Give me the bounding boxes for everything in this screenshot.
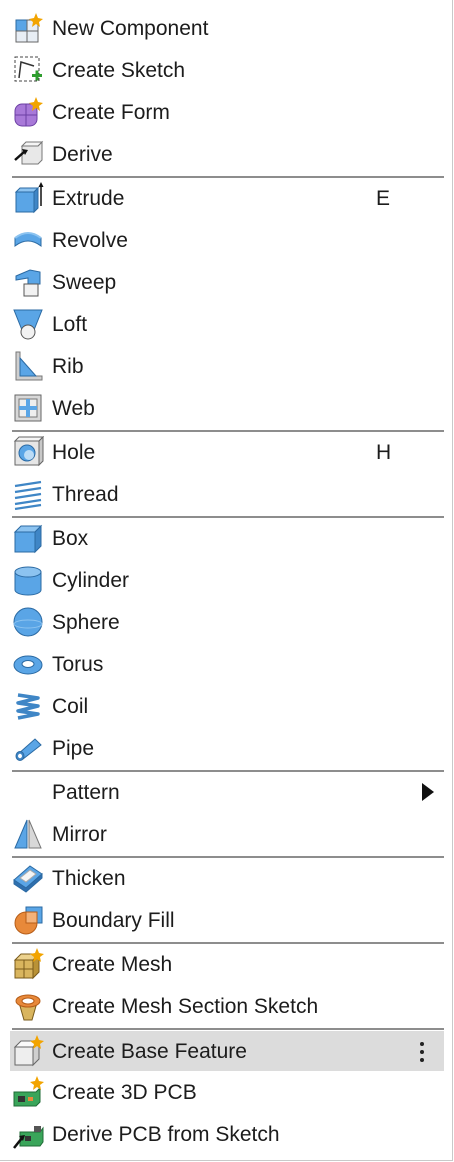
menu-item-hole[interactable]: Hole H bbox=[10, 432, 444, 472]
extrude-icon bbox=[12, 182, 44, 214]
more-options-icon[interactable] bbox=[414, 1039, 430, 1065]
menu-item-pattern[interactable]: Pattern bbox=[10, 772, 444, 812]
thread-icon bbox=[12, 478, 44, 510]
create-form-icon bbox=[12, 96, 44, 128]
derive-icon bbox=[12, 138, 44, 170]
menu-item-create-sketch[interactable]: Create Sketch bbox=[10, 50, 444, 90]
torus-icon bbox=[12, 648, 44, 680]
menu-item-web[interactable]: Web bbox=[10, 388, 444, 428]
menu-item-label: Create Sketch bbox=[52, 59, 186, 82]
loft-icon bbox=[12, 308, 44, 340]
menu-item-sphere[interactable]: Sphere bbox=[10, 602, 444, 642]
create-base-feature-icon bbox=[12, 1035, 44, 1067]
shortcut-key: E bbox=[376, 187, 391, 210]
menu-item-derive-pcb-from-sketch[interactable]: Derive PCB from Sketch bbox=[10, 1114, 444, 1154]
menu-item-box[interactable]: Box bbox=[10, 518, 444, 558]
menu-item-loft[interactable]: Loft bbox=[10, 304, 444, 344]
menu-item-rib[interactable]: Rib bbox=[10, 346, 444, 386]
menu-item-label: Rib bbox=[52, 355, 84, 378]
menu-item-sweep[interactable]: Sweep bbox=[10, 262, 444, 302]
derive-pcb-from-sketch-icon bbox=[12, 1118, 44, 1150]
menu-item-create-mesh-section-sketch[interactable]: Create Mesh Section Sketch bbox=[10, 986, 444, 1026]
submenu-arrow-icon bbox=[422, 783, 434, 801]
menu-item-pipe[interactable]: Pipe bbox=[10, 728, 444, 768]
create-sketch-icon bbox=[12, 54, 44, 86]
menu-item-label: Sweep bbox=[52, 271, 117, 294]
menu-item-label: Create Base Feature bbox=[52, 1040, 247, 1063]
new-component-icon bbox=[12, 12, 44, 44]
rib-icon bbox=[12, 350, 44, 382]
menu-item-label: Thicken bbox=[52, 867, 126, 890]
menu-item-coil[interactable]: Coil bbox=[10, 686, 444, 726]
menu-item-derive[interactable]: Derive bbox=[10, 134, 444, 174]
cylinder-icon bbox=[12, 564, 44, 596]
menu-item-label: Loft bbox=[52, 313, 88, 336]
menu-item-label: Pattern bbox=[52, 781, 120, 804]
create-mesh-icon bbox=[12, 948, 44, 980]
revolve-icon bbox=[12, 224, 44, 256]
hole-icon bbox=[12, 436, 44, 468]
menu-item-cylinder[interactable]: Cylinder bbox=[10, 560, 444, 600]
menu-item-label: Coil bbox=[52, 695, 89, 718]
sphere-icon bbox=[12, 606, 44, 638]
menu-item-revolve[interactable]: Revolve bbox=[10, 220, 444, 260]
menu-item-create-mesh[interactable]: Create Mesh bbox=[10, 944, 444, 984]
create-3d-pcb-icon bbox=[12, 1076, 44, 1108]
menu-item-thread[interactable]: Thread bbox=[10, 474, 444, 514]
mirror-icon bbox=[12, 818, 44, 850]
menu-item-thicken[interactable]: Thicken bbox=[10, 858, 444, 898]
menu-item-create-base-feature[interactable]: Create Base Feature bbox=[10, 1031, 444, 1071]
menu-item-create-form[interactable]: Create Form bbox=[10, 92, 444, 132]
menu-item-label: Create Form bbox=[52, 101, 170, 124]
menu-item-label: Thread bbox=[52, 483, 119, 506]
menu-item-label: Boundary Fill bbox=[52, 909, 175, 932]
menu-item-label: Revolve bbox=[52, 229, 128, 252]
menu-item-label: Mirror bbox=[52, 823, 107, 846]
menu-item-label: Box bbox=[52, 527, 89, 550]
menu-item-create-3d-pcb[interactable]: Create 3D PCB bbox=[10, 1072, 444, 1112]
thicken-icon bbox=[12, 862, 44, 894]
menu-item-mirror[interactable]: Mirror bbox=[10, 814, 444, 854]
create-menu: New Component Create Sketch Create Form … bbox=[0, 0, 453, 1161]
pipe-icon bbox=[12, 732, 44, 764]
sweep-icon bbox=[12, 266, 44, 298]
menu-item-new-component[interactable]: New Component bbox=[10, 8, 444, 48]
menu-item-label: Cylinder bbox=[52, 569, 130, 592]
boundary-fill-icon bbox=[12, 904, 44, 936]
menu-item-label: Create Mesh Section Sketch bbox=[52, 995, 319, 1018]
menu-item-torus[interactable]: Torus bbox=[10, 644, 444, 684]
menu-item-label: Derive PCB from Sketch bbox=[52, 1123, 280, 1146]
shortcut-key: H bbox=[376, 441, 392, 464]
menu-item-label: Create Mesh bbox=[52, 953, 173, 976]
menu-separator bbox=[12, 1028, 444, 1030]
menu-item-label: Pipe bbox=[52, 737, 95, 760]
box-icon bbox=[12, 522, 44, 554]
menu-item-extrude[interactable]: Extrude E bbox=[10, 178, 444, 218]
menu-item-label: Sphere bbox=[52, 611, 120, 634]
menu-item-boundary-fill[interactable]: Boundary Fill bbox=[10, 900, 444, 940]
menu-item-label: New Component bbox=[52, 17, 209, 40]
create-mesh-section-sketch-icon bbox=[12, 990, 44, 1022]
menu-item-label: Web bbox=[52, 397, 95, 420]
menu-item-label: Derive bbox=[52, 143, 113, 166]
menu-item-label: Extrude bbox=[52, 187, 125, 210]
menu-item-label: Create 3D PCB bbox=[52, 1081, 197, 1104]
menu-item-label: Torus bbox=[52, 653, 104, 676]
coil-icon bbox=[12, 690, 44, 722]
web-icon bbox=[12, 392, 44, 424]
menu-item-label: Hole bbox=[52, 441, 96, 464]
